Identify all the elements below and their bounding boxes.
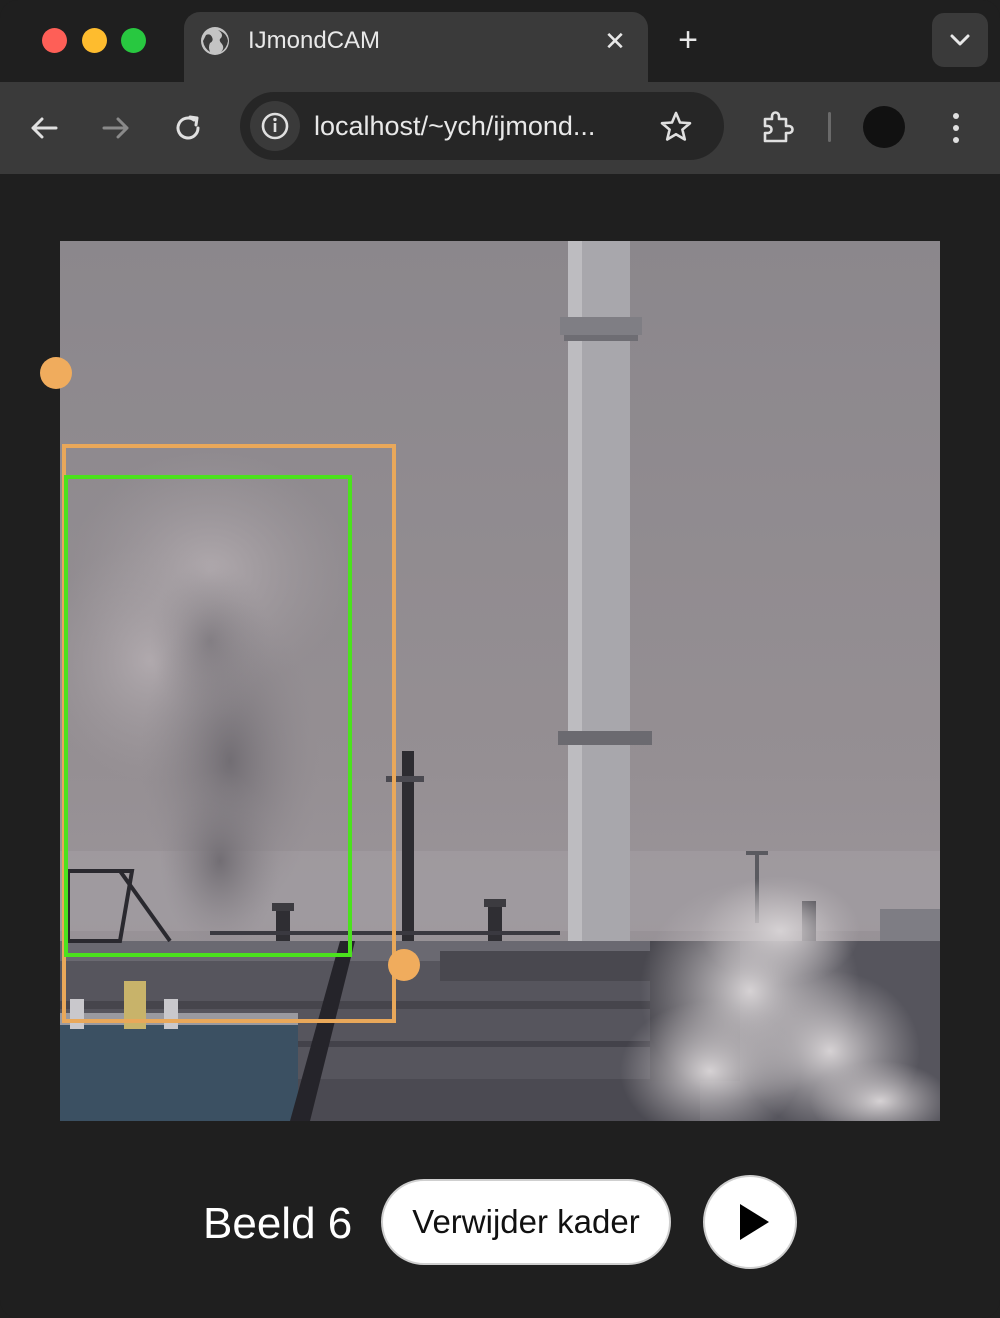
browser-toolbar: localhost/~ych/ijmond... (0, 82, 1000, 174)
close-tab-icon[interactable]: ✕ (600, 26, 630, 56)
more-options-icon[interactable] (940, 108, 972, 148)
new-tab-button[interactable]: + (670, 22, 706, 58)
close-window-button[interactable] (42, 28, 67, 53)
site-info-button[interactable] (250, 101, 300, 151)
tab-ijmondcam[interactable]: IJmondCAM ✕ (184, 12, 648, 82)
tab-title: IJmondCAM (248, 27, 381, 54)
tab-search-button[interactable] (932, 13, 988, 67)
browser-window: IJmondCAM ✕ + localhost/~ych/ijmond... B… (0, 0, 1000, 1318)
globe-icon (201, 27, 229, 55)
forward-arrow-icon[interactable] (98, 110, 134, 146)
play-icon (740, 1204, 769, 1240)
video-frame[interactable] (60, 241, 940, 1121)
back-arrow-icon[interactable] (26, 110, 62, 146)
resize-handle-top-left[interactable] (40, 357, 72, 389)
chevron-down-icon (950, 34, 970, 46)
annotation-box-inner (64, 475, 352, 957)
toolbar-divider (828, 112, 831, 142)
maximize-window-button[interactable] (121, 28, 146, 53)
address-bar[interactable]: localhost/~ych/ijmond... (240, 92, 724, 160)
info-icon (261, 112, 289, 140)
page-content: Beeld 6 Verwijder kader (0, 174, 1000, 1318)
frame-label: Beeld 6 (203, 1199, 353, 1248)
bookmark-star-icon[interactable] (658, 109, 694, 145)
remove-box-button[interactable]: Verwijder kader (381, 1179, 671, 1265)
url-text: localhost/~ych/ijmond... (314, 111, 596, 141)
profile-avatar[interactable] (863, 106, 905, 148)
play-button[interactable] (703, 1175, 797, 1269)
player-controls: Beeld 6 Verwijder kader (0, 1174, 1000, 1274)
tab-bar: IJmondCAM ✕ + (0, 0, 1000, 82)
minimize-window-button[interactable] (82, 28, 107, 53)
reload-icon[interactable] (170, 110, 206, 146)
extensions-puzzle-icon[interactable] (758, 108, 798, 148)
resize-handle-bottom-right[interactable] (388, 949, 420, 981)
